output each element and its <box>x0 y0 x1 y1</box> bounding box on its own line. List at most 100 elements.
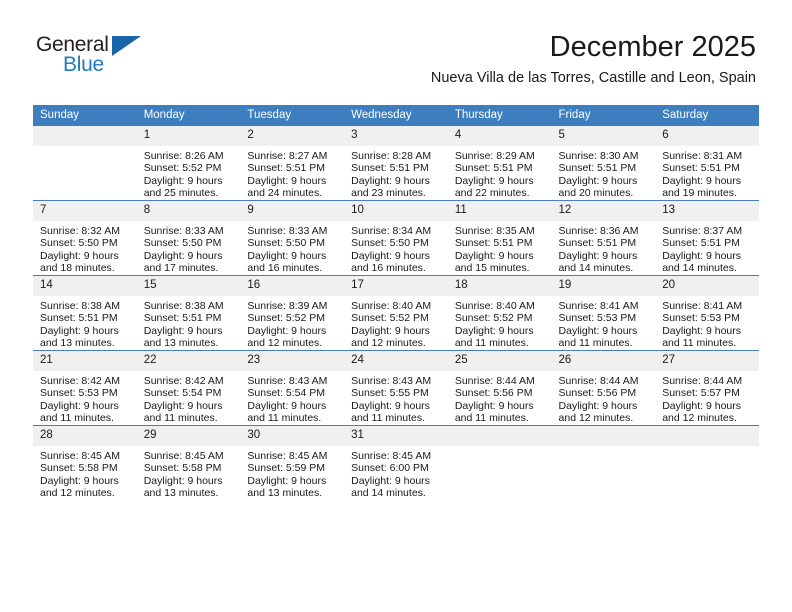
calendar-page: General Blue December 2025 Nueva Villa d… <box>0 0 792 612</box>
calendar-day-cell[interactable]: 19 Sunrise: 8:41 AM Sunset: 5:53 PM Dayligh… <box>551 275 656 351</box>
calendar-day-cell[interactable]: 2 Sunrise: 8:27 AM Sunset: 5:51 PM Daylight… <box>240 126 345 201</box>
day-number: 6 <box>655 126 759 146</box>
day-number: 2 <box>240 126 345 146</box>
calendar-day-cell[interactable]: 30 Sunrise: 8:45 AM Sunset: 5:59 PM Dayligh… <box>240 425 345 500</box>
day-number: 18 <box>447 276 552 296</box>
sunset-text: Sunset: 5:56 PM <box>558 387 637 400</box>
sunset-text: Sunset: 5:53 PM <box>558 312 637 325</box>
calendar-day-cell[interactable]: 24 Sunrise: 8:43 AM Sunset: 5:55 PM Dayligh… <box>344 350 448 426</box>
daylight-text-line1: Daylight: 9 hours <box>662 174 742 187</box>
calendar-day-cell[interactable]: 3 Sunrise: 8:28 AM Sunset: 5:51 PM Daylight… <box>344 126 448 201</box>
daylight-text-line2: and 23 minutes. <box>351 187 426 200</box>
sunrise-text: Sunrise: 8:41 AM <box>558 300 639 312</box>
day-details: Sunrise: 8:34 AM Sunset: 5:50 PM Daylight:… <box>344 221 448 275</box>
daylight-text-line1: Daylight: 9 hours <box>662 249 742 262</box>
sunset-text: Sunset: 5:52 PM <box>143 162 222 175</box>
sunset-text: Sunset: 5:51 PM <box>558 237 637 250</box>
sunset-text: Sunset: 6:00 PM <box>351 462 429 475</box>
calendar-day-cell[interactable]: 26 Sunrise: 8:44 AM Sunset: 5:56 PM Dayligh… <box>551 350 656 426</box>
day-number <box>551 426 656 446</box>
sunset-text: Sunset: 5:51 PM <box>662 162 740 175</box>
calendar-day-cell[interactable]: 13 Sunrise: 8:37 AM Sunset: 5:51 PM Dayligh… <box>655 200 759 276</box>
day-details: Sunrise: 8:43 AM Sunset: 5:54 PM Daylight:… <box>240 371 344 425</box>
sunrise-text: Sunrise: 8:45 AM <box>351 450 432 462</box>
sunset-text: Sunset: 5:56 PM <box>454 387 533 400</box>
daylight-text-line2: and 14 minutes. <box>662 262 737 275</box>
day-number: 30 <box>240 426 345 446</box>
calendar-day-cell[interactable]: 6 Sunrise: 8:31 AM Sunset: 5:51 PM Daylight… <box>655 126 759 201</box>
sunset-text: Sunset: 5:59 PM <box>247 462 326 475</box>
calendar-day-cell[interactable]: 9 Sunrise: 8:33 AM Sunset: 5:50 PM Daylight… <box>240 200 345 276</box>
sunrise-text: Sunrise: 8:26 AM <box>143 150 224 162</box>
calendar-day-cell[interactable]: 20 Sunrise: 8:41 AM Sunset: 5:53 PM Dayligh… <box>655 275 759 351</box>
sunrise-text: Sunrise: 8:45 AM <box>143 450 224 462</box>
calendar-day-cell[interactable]: 18 Sunrise: 8:40 AM Sunset: 5:52 PM Dayligh… <box>447 275 552 351</box>
sunrise-text: Sunrise: 8:29 AM <box>454 150 535 162</box>
day-number: 20 <box>655 276 759 296</box>
day-number: 28 <box>33 426 137 446</box>
calendar-header-row: Sunday Monday Tuesday Wednesday Thursday Frid… <box>33 105 759 126</box>
day-number: 23 <box>240 351 345 371</box>
calendar-day-cell[interactable]: 29 Sunrise: 8:45 AM Sunset: 5:58 PM Dayligh… <box>136 425 241 500</box>
calendar-day-cell[interactable]: 7 Sunrise: 8:32 AM Sunset: 5:50 PM Daylight… <box>33 200 137 276</box>
weekday-header-tuesday: Tuesday <box>240 105 345 126</box>
sunrise-text: Sunrise: 8:43 AM <box>247 375 328 387</box>
sunset-text: Sunset: 5:57 PM <box>662 387 740 400</box>
sunset-text: Sunset: 5:51 PM <box>558 162 637 175</box>
calendar-day-cell[interactable]: 11 Sunrise: 8:35 AM Sunset: 5:51 PM Dayligh… <box>447 200 552 276</box>
generalblue-logo: General Blue <box>36 33 186 81</box>
day-number: 11 <box>447 201 552 221</box>
day-details <box>655 446 759 450</box>
calendar-day-cell[interactable]: 5 Sunrise: 8:30 AM Sunset: 5:51 PM Daylight… <box>551 126 656 201</box>
day-number: 3 <box>344 126 448 146</box>
day-details: Sunrise: 8:44 AM Sunset: 5:56 PM Daylight:… <box>448 371 552 425</box>
calendar-day-cell[interactable]: 23 Sunrise: 8:43 AM Sunset: 5:54 PM Dayligh… <box>240 350 345 426</box>
daylight-text-line1: Daylight: 9 hours <box>143 399 223 412</box>
day-details: Sunrise: 8:32 AM Sunset: 5:50 PM Daylight:… <box>33 221 137 275</box>
calendar-day-cell[interactable]: 22 Sunrise: 8:42 AM Sunset: 5:54 PM Dayligh… <box>136 350 241 426</box>
calendar-day-cell-empty <box>655 425 759 500</box>
daylight-text-line2: and 13 minutes. <box>143 337 219 350</box>
calendar-day-cell[interactable]: 10 Sunrise: 8:34 AM Sunset: 5:50 PM Dayligh… <box>344 200 448 276</box>
weekday-header-thursday: Thursday <box>447 105 552 126</box>
calendar-day-cell[interactable]: 27 Sunrise: 8:44 AM Sunset: 5:57 PM Dayligh… <box>655 350 759 426</box>
day-details: Sunrise: 8:29 AM Sunset: 5:51 PM Daylight:… <box>448 146 552 200</box>
sunrise-text: Sunrise: 8:33 AM <box>143 225 224 237</box>
location-subtitle: Nueva Villa de las Torres, Castille and … <box>430 70 756 86</box>
weekday-header-monday: Monday <box>136 105 241 126</box>
daylight-text-line1: Daylight: 9 hours <box>143 174 223 187</box>
calendar-day-cell[interactable]: 25 Sunrise: 8:44 AM Sunset: 5:56 PM Dayligh… <box>447 350 552 426</box>
sunrise-text: Sunrise: 8:27 AM <box>247 150 328 162</box>
calendar-day-cell[interactable]: 12 Sunrise: 8:36 AM Sunset: 5:51 PM Dayligh… <box>551 200 656 276</box>
day-number <box>33 126 137 146</box>
sunset-text: Sunset: 5:51 PM <box>454 162 533 175</box>
sunrise-text: Sunrise: 8:44 AM <box>662 375 743 387</box>
calendar-day-cell[interactable]: 31 Sunrise: 8:45 AM Sunset: 6:00 PM Dayligh… <box>344 425 448 500</box>
sunset-text: Sunset: 5:54 PM <box>143 387 222 400</box>
calendar-day-cell[interactable]: 8 Sunrise: 8:33 AM Sunset: 5:50 PM Daylight… <box>136 200 241 276</box>
weekday-header-row: Sunday Monday Tuesday Wednesday Thursday Frid… <box>33 105 759 126</box>
calendar-day-cell[interactable]: 1 Sunrise: 8:26 AM Sunset: 5:52 PM Daylight… <box>136 126 241 201</box>
calendar-day-cell[interactable]: 17 Sunrise: 8:40 AM Sunset: 5:52 PM Dayligh… <box>344 275 448 351</box>
daylight-text-line1: Daylight: 9 hours <box>247 324 327 337</box>
calendar-day-cell[interactable]: 4 Sunrise: 8:29 AM Sunset: 5:51 PM Daylight… <box>447 126 552 201</box>
sunrise-text: Sunrise: 8:40 AM <box>351 300 432 312</box>
daylight-text-line2: and 11 minutes. <box>558 337 633 350</box>
calendar-day-cell[interactable]: 21 Sunrise: 8:42 AM Sunset: 5:53 PM Dayligh… <box>33 350 137 426</box>
weekday-header-saturday: Saturday <box>655 105 759 126</box>
calendar-day-cell[interactable]: 28 Sunrise: 8:45 AM Sunset: 5:58 PM Dayligh… <box>33 425 137 500</box>
calendar-week-row: 21 Sunrise: 8:42 AM Sunset: 5:53 PM Dayligh… <box>33 350 759 426</box>
calendar-day-cell[interactable]: 15 Sunrise: 8:38 AM Sunset: 5:51 PM Dayligh… <box>136 275 241 351</box>
sunset-text: Sunset: 5:55 PM <box>351 387 429 400</box>
logo-text-blue: Blue <box>63 53 104 76</box>
daylight-text-line1: Daylight: 9 hours <box>247 474 327 487</box>
daylight-text-line1: Daylight: 9 hours <box>558 249 638 262</box>
day-number: 8 <box>136 201 241 221</box>
daylight-text-line2: and 15 minutes. <box>454 262 530 275</box>
day-number: 16 <box>240 276 345 296</box>
daylight-text-line2: and 11 minutes. <box>143 412 218 425</box>
calendar-day-cell[interactable]: 16 Sunrise: 8:39 AM Sunset: 5:52 PM Dayligh… <box>240 275 345 351</box>
day-details: Sunrise: 8:44 AM Sunset: 5:57 PM Daylight:… <box>655 371 759 425</box>
calendar-day-cell[interactable]: 14 Sunrise: 8:38 AM Sunset: 5:51 PM Dayligh… <box>33 275 137 351</box>
daylight-text-line2: and 12 minutes. <box>558 412 634 425</box>
